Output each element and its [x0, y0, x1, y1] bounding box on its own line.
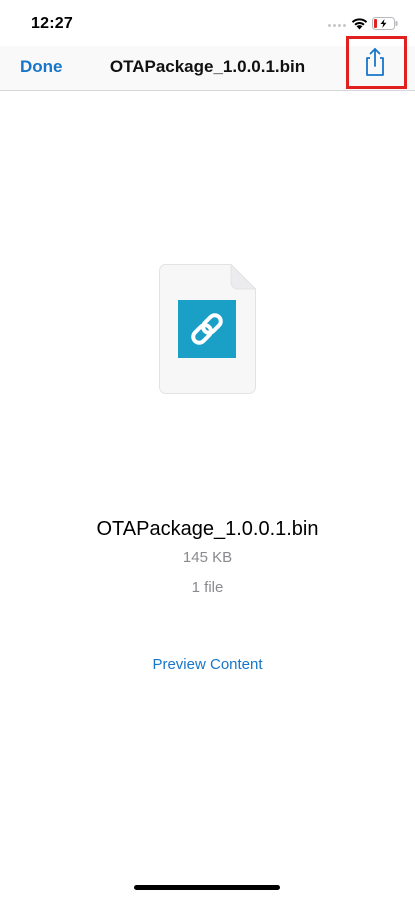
- preview-content-row: Preview Content: [0, 656, 415, 673]
- status-time: 12:27: [31, 15, 73, 32]
- preview-content-link[interactable]: Preview Content: [152, 656, 262, 673]
- share-button-highlight: [346, 36, 407, 89]
- file-size: 145 KB: [182, 549, 233, 566]
- battery-charging-icon: [372, 17, 398, 30]
- home-indicator[interactable]: [134, 885, 280, 890]
- share-icon[interactable]: [361, 46, 389, 78]
- wifi-icon: [351, 18, 368, 30]
- chain-link-icon: [178, 300, 236, 358]
- file-count: 1 file: [191, 579, 224, 596]
- file-icon: [159, 264, 256, 394]
- cellular-signal-icon: [328, 24, 346, 27]
- file-name: OTAPackage_1.0.0.1.bin: [96, 518, 319, 540]
